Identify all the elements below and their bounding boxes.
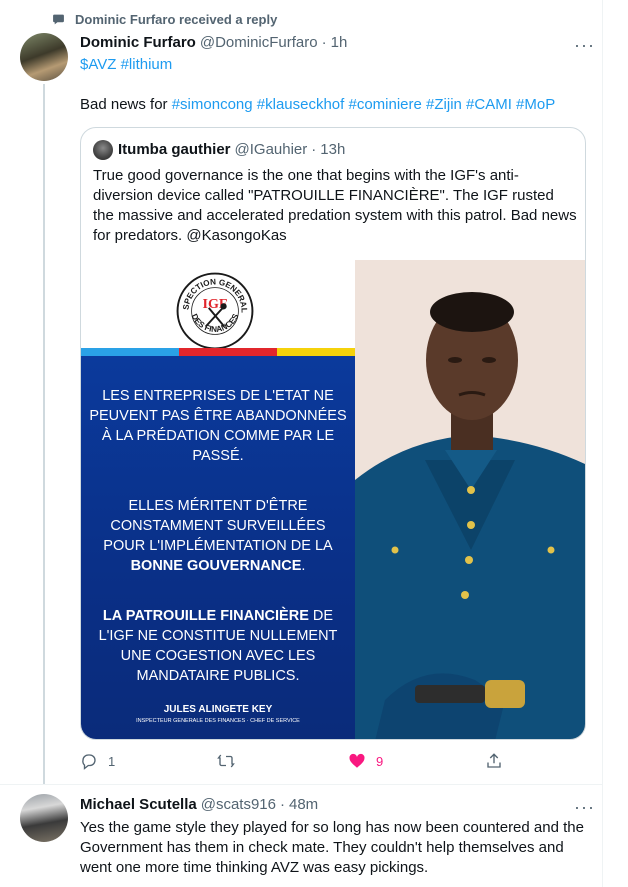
tweet-header: Dominic Furfaro @DominicFurfaro · 1h [80, 34, 347, 51]
social-context-text: Dominic Furfaro received a reply [75, 12, 278, 27]
poster-paragraph-2: ELLES MÉRITENT D'ÊTRE CONSTAMMENT SURVEI… [89, 496, 347, 576]
reply-author-handle[interactable]: @scats916 [201, 796, 276, 813]
reply-count: 1 [108, 753, 116, 769]
quoted-tweet[interactable]: Itumba gauthier @IGauhier · 13h True goo… [80, 127, 586, 740]
timestamp[interactable]: 1h [331, 34, 348, 51]
separator-dot: · [321, 34, 327, 51]
reply-icon [82, 754, 96, 770]
reply-timestamp[interactable]: 48m [289, 796, 318, 813]
retweet-button[interactable] [217, 752, 245, 770]
quote-author-handle: @IGauhier [234, 141, 308, 158]
reply-header: Michael Scutella @scats916 · 48m [80, 796, 318, 813]
portrait-photo [355, 260, 585, 739]
poster-paragraph-3: LA PATROUILLE FINANCIÈRE DE L'IGF NE CON… [89, 606, 347, 686]
reply-more-options-icon[interactable]: ··· [574, 798, 595, 816]
social-context[interactable]: Dominic Furfaro received a reply [52, 12, 277, 27]
tweet-tickers[interactable]: $AVZ #lithium [80, 55, 172, 75]
poster-paragraph-2-end: . [301, 558, 306, 574]
speech-bubble-icon [53, 14, 64, 25]
reply-author-name[interactable]: Michael Scutella [80, 796, 197, 813]
poster-blue-panel: LES ENTREPRISES DE L'ETAT NE PEUVENT PAS… [81, 356, 355, 739]
author-handle[interactable]: @DominicFurfaro [200, 34, 318, 51]
action-bar: 1 9 [80, 752, 503, 772]
reply-text: Yes the game style they played for so lo… [80, 819, 584, 876]
signature-name: JULES ALINGETE KEY [163, 704, 273, 715]
poster-paragraph-3-bold: LA PATROUILLE FINANCIÈRE [102, 608, 309, 624]
heart-icon [349, 753, 365, 768]
reply-separator-dot: · [279, 796, 285, 813]
signature-title: INSPECTEUR GENERALE DES FINANCES · CHEF … [136, 718, 300, 724]
row-divider [0, 784, 603, 785]
thread-line [43, 84, 45, 784]
quote-header: Itumba gauthier @IGauhier · 13h [118, 141, 345, 158]
avatar[interactable] [20, 33, 68, 81]
tweet-hashtags[interactable]: #simoncong #klauseckhof #cominiere #Ziji… [172, 96, 556, 113]
like-button[interactable]: 9 [348, 752, 383, 770]
quote-timestamp: 13h [320, 141, 346, 158]
quote-separator-dot: · [311, 141, 317, 158]
share-button[interactable] [485, 752, 503, 770]
quote-text: True good governance is the one that beg… [93, 167, 577, 244]
quote-avatar[interactable] [93, 140, 113, 160]
author-name[interactable]: Dominic Furfaro [80, 34, 196, 51]
quote-media[interactable]: INSPECTION GENERALE DES FINANCES IGF LES… [81, 260, 585, 739]
like-count: 9 [376, 753, 384, 769]
igf-seal-logo: INSPECTION GENERALE DES FINANCES IGF [176, 272, 254, 350]
tweet-body-prefix: Bad news for [80, 96, 172, 113]
poster-paragraph-1: LES ENTREPRISES DE L'ETAT NE PEUVENT PAS… [89, 388, 347, 464]
reply-avatar[interactable] [20, 794, 68, 842]
tweet-body: Bad news for #simoncong #klauseckhof #co… [80, 95, 590, 115]
poster-paragraph-2-text: ELLES MÉRITENT D'ÊTRE CONSTAMMENT SURVEI… [103, 498, 333, 554]
portrait-illustration [355, 260, 585, 739]
flag-stripes [81, 348, 355, 356]
retweet-icon [217, 754, 235, 768]
more-options-icon[interactable]: ··· [574, 36, 595, 54]
poster-paragraph-2-bold: BONNE GOUVERNANCE [130, 558, 302, 574]
share-icon [487, 753, 501, 768]
poster-image: INSPECTION GENERALE DES FINANCES IGF LES… [81, 260, 355, 739]
reply-button[interactable]: 1 [80, 752, 115, 770]
timeline-border [602, 0, 603, 887]
quote-author-name: Itumba gauthier [118, 141, 231, 158]
